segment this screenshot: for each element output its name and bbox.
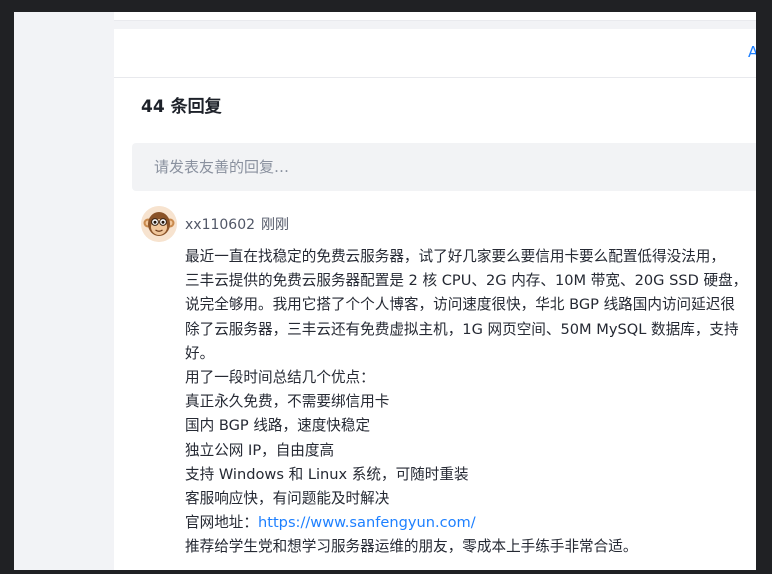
comment-line: 用了一段时间总结几个优点： (185, 368, 375, 386)
comment-line: 三丰云提供的免费云服务器配置是 2 核 CPU、2G 内存、10M 带宽、20G… (185, 272, 748, 290)
comment-line: 最近一直在找稳定的免费云服务器，试了好几家要么要信用卡要么配置低得没法用， (185, 248, 725, 265)
comment-site-line: 官网地址：https://www.sanfengyun.com/ (185, 511, 756, 535)
comment-author[interactable]: xx110602 (185, 217, 255, 233)
comment-line: 说完全够用。我用它搭了个个人博客，访问速度很快，华北 BGP 线路国内访问延迟很 (185, 296, 735, 314)
header-link[interactable]: A (748, 43, 756, 61)
comment-line: 客服响应快，有问题能及时解决 (185, 489, 390, 507)
reply-count-title: 44 条回复 (141, 97, 222, 117)
comment-line: 支持 Windows 和 Linux 系统，可随时重装 (185, 465, 469, 483)
site-link[interactable]: https://www.sanfengyun.com/ (258, 514, 476, 531)
reply-input[interactable] (132, 143, 756, 191)
comments-header-bar: A (114, 29, 756, 78)
comment-line: 推荐给学生党和想学习服务器运维的朋友，零成本上手练手非常合适。 (185, 538, 638, 556)
comment-time: 刚刚 (261, 217, 290, 233)
comment-line: 除了云服务器，三丰云还有免费虚拟主机，1G 网页空间、50M MySQL 数据库… (185, 320, 739, 338)
comment-content: 最近一直在找稳定的免费云服务器，试了好几家要么要信用卡要么配置低得没法用， 三丰… (185, 245, 756, 559)
comment-meta: xx110602 刚刚 (185, 214, 289, 234)
article-card-bottom (114, 12, 756, 21)
comment-line: 独立公网 IP，自由度高 (185, 441, 335, 459)
monkey-avatar-icon (141, 206, 177, 242)
comment-line: 真正永久免费，不需要绑信用卡 (185, 393, 390, 411)
comment-line: 国内 BGP 线路，速度快稳定 (185, 417, 371, 435)
comment-line: 好。 (185, 344, 215, 362)
comments-section: A 44 条回复 请发表友善的回复… xx110602 刚刚 最近一直在找稳定的… (114, 29, 756, 570)
avatar[interactable] (141, 206, 177, 242)
window-edge (756, 12, 772, 570)
page-viewport: A 44 条回复 请发表友善的回复… xx110602 刚刚 最近一直在找稳定的… (14, 12, 756, 570)
site-label: 官网地址： (185, 514, 258, 532)
